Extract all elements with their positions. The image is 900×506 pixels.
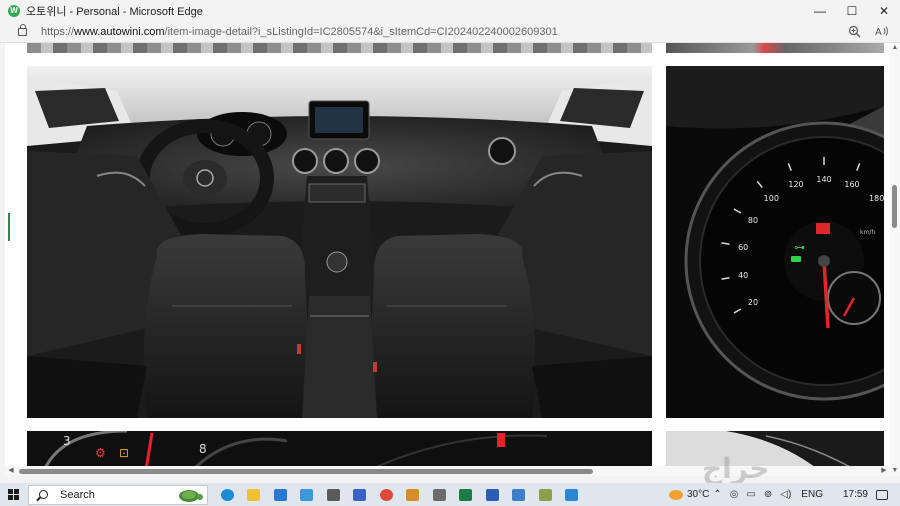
zoom-icon[interactable] (846, 23, 862, 39)
search-icon (39, 490, 48, 499)
vertical-scrollbar[interactable]: ▲ ▼ (890, 43, 900, 476)
speedometer-tick-80: 80 (748, 216, 758, 225)
people-icon[interactable]: ◎ (730, 489, 739, 500)
snipping-icon (565, 488, 579, 501)
autowini-app-icon: W (8, 4, 20, 17)
page-viewport: 20406080100120140160180200220240260 ⊶ km… (5, 43, 898, 476)
speedometer-tick-20: 20 (748, 298, 758, 307)
system-tray: 30°C ⌃ ◎ ▭ ⊚ ◁) ENG 17:59 (668, 483, 900, 506)
file-explorer-icon (247, 488, 261, 501)
mail-taskbar-button[interactable] (267, 483, 294, 506)
chrome-icon (379, 488, 393, 501)
interior-dashboard-photo[interactable] (27, 66, 652, 418)
remote-taskbar-button[interactable] (506, 483, 533, 506)
edge-taskbar-button[interactable] (214, 483, 241, 506)
speedometer-tick-180: 180 (869, 194, 884, 203)
search-label: Search (60, 488, 95, 501)
scroll-down-arrow-icon[interactable]: ▼ (891, 467, 899, 475)
show-hidden-icons-icon[interactable]: ⌃ (713, 489, 721, 500)
clock[interactable]: 17:59 (843, 489, 868, 500)
taskbar: Search 30°C ⌃ ◎ ▭ ⊚ ◁) ENG 17:59 (0, 483, 900, 506)
mail-icon (273, 488, 287, 501)
word-taskbar-button[interactable] (479, 483, 506, 506)
chrome-taskbar-button[interactable] (373, 483, 400, 506)
turtle-search-highlight-icon (179, 489, 203, 502)
notification-center-icon[interactable] (876, 489, 888, 500)
pinned-apps (214, 483, 585, 506)
instrument-cluster-photo[interactable]: 20406080100120140160180200220240260 ⊶ km… (666, 66, 884, 418)
start-button[interactable] (0, 483, 26, 506)
scroll-left-arrow-icon[interactable]: ◀ (7, 467, 15, 475)
previous-photo-strip-right[interactable] (666, 43, 884, 53)
horizontal-scroll-thumb[interactable] (19, 469, 593, 474)
window-controls: — ☐ ✕ (804, 0, 900, 21)
svg-text:⊶: ⊶ (794, 241, 805, 254)
weather-temperature[interactable]: 30°C (687, 489, 709, 500)
url-host: www.autowini.com (74, 25, 165, 38)
title-bar: W 오토위니 - Personal - Microsoft Edge — ☐ ✕ (0, 0, 900, 21)
svg-text:⊡: ⊡ (119, 446, 129, 460)
word-icon (485, 488, 499, 501)
speedometer-tick-160: 160 (844, 180, 859, 189)
language-indicator[interactable]: ENG (801, 489, 823, 500)
windows-logo-icon (7, 489, 19, 500)
svg-text:⚙: ⚙ (95, 446, 106, 460)
close-button[interactable]: ✕ (868, 0, 900, 21)
read-aloud-icon[interactable]: A (874, 23, 890, 39)
remote-icon (512, 488, 526, 501)
calculator-taskbar-button[interactable] (320, 483, 347, 506)
excel-icon (459, 488, 473, 501)
settings-icon (432, 488, 446, 501)
taskbar-search-box[interactable]: Search (28, 484, 208, 505)
photos-taskbar-button[interactable] (294, 483, 321, 506)
snipping-taskbar-button[interactable] (559, 483, 586, 506)
settings-taskbar-button[interactable] (426, 483, 453, 506)
speedometer-tick-140: 140 (816, 175, 831, 184)
bottom-cluster-number-8: 8 (199, 442, 207, 456)
volume-icon[interactable]: ◁) (780, 489, 791, 500)
url-prefix: https:// (41, 25, 75, 38)
excel-taskbar-button[interactable] (453, 483, 480, 506)
window-title: 오토위니 - Personal - Microsoft Edge (26, 5, 203, 18)
speedometer-tick-100: 100 (764, 194, 779, 203)
scroll-up-arrow-icon[interactable]: ▲ (891, 44, 899, 52)
network-icon[interactable]: ⊚ (764, 489, 772, 500)
url-text[interactable]: https://www.autowini.com/item-image-deta… (41, 26, 558, 38)
speedometer-tick-40: 40 (738, 271, 748, 280)
speedometer-tick-120: 120 (788, 180, 803, 189)
maximize-button[interactable]: ☐ (836, 0, 868, 21)
lock-icon[interactable] (18, 23, 27, 36)
vertical-scroll-thumb[interactable] (892, 185, 897, 228)
calculator-icon (326, 488, 340, 501)
tools-taskbar-button[interactable] (532, 483, 559, 506)
battery-icon[interactable]: ▭ (746, 489, 755, 500)
speedometer-unit: km/h (860, 229, 875, 236)
store-taskbar-button[interactable] (347, 483, 374, 506)
weather-icon[interactable] (668, 489, 683, 500)
address-bar[interactable]: https://www.autowini.com/item-image-deta… (0, 21, 900, 43)
previous-photo-strip-left[interactable] (27, 43, 652, 53)
speedometer-tick-60: 60 (738, 243, 748, 252)
photos-icon (300, 488, 314, 501)
paint-icon (406, 488, 420, 501)
scroll-right-arrow-icon[interactable]: ▶ (880, 467, 888, 475)
paint-taskbar-button[interactable] (400, 483, 427, 506)
minimize-button[interactable]: — (804, 0, 836, 21)
file-explorer-taskbar-button[interactable] (241, 483, 268, 506)
svg-text:A: A (875, 27, 882, 38)
focus-indicator (8, 213, 10, 241)
edge-icon (220, 488, 234, 501)
bottom-cluster-number-3: 3 (63, 434, 71, 448)
haraj-watermark: حراج (702, 453, 770, 484)
tools-icon (538, 488, 552, 501)
url-path: /item-image-detail?i_sListingId=IC280557… (164, 25, 558, 38)
store-icon (353, 488, 367, 501)
